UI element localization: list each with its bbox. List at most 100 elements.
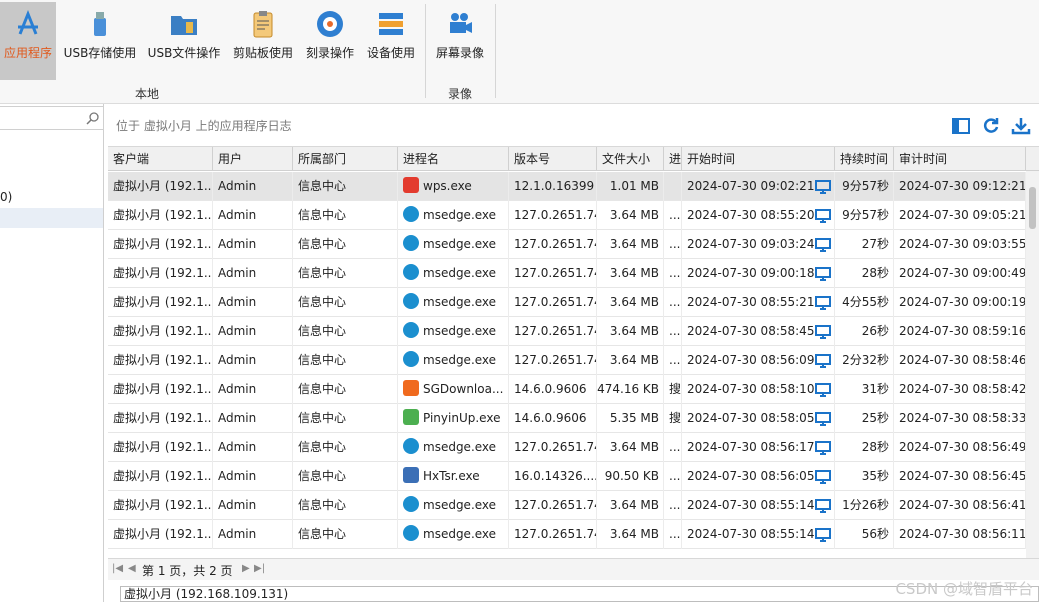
screen-record-button[interactable]: 屏幕录像: [432, 2, 488, 80]
monitor-icon[interactable]: [815, 440, 831, 456]
table-row[interactable]: 虚拟小月 (192.1... Admin 信息中心 msedge.exe 127.0.2…: [108, 201, 1026, 230]
refresh-icon[interactable]: [981, 116, 1001, 136]
cell-size: 3.64 MB: [597, 520, 664, 549]
cell-audit: 2024-07-30 08:56:45: [894, 462, 1026, 491]
monitor-icon[interactable]: [815, 324, 831, 340]
cell-user: Admin: [213, 259, 293, 288]
table-row[interactable]: 虚拟小月 (192.1... Admin 信息中心 SGDownloa... 14.6.…: [108, 375, 1026, 404]
cell-dur: 26秒: [835, 317, 894, 346]
cell-audit: 2024-07-30 08:58:33: [894, 404, 1026, 433]
table-header: 客户端 用户 所属部门 进程名 版本号 文件大小进开始时间 持续时间 审计时间: [108, 147, 1039, 171]
monitor-icon[interactable]: [815, 208, 831, 224]
cell-proc: msedge.exe: [398, 433, 509, 462]
monitor-icon[interactable]: [815, 179, 831, 195]
cell-proc: msedge.exe: [398, 201, 509, 230]
cell-ver: 127.0.2651.74: [509, 346, 597, 375]
cell-p: ...: [664, 317, 682, 346]
scrollbar-thumb[interactable]: [1029, 187, 1036, 229]
column-header[interactable]: 审计时间: [894, 147, 1026, 171]
monitor-icon[interactable]: [815, 382, 831, 398]
monitor-icon[interactable]: [815, 498, 831, 514]
last-page-icon[interactable]: ▶|: [254, 563, 265, 574]
cell-audit: 2024-07-30 09:00:49: [894, 259, 1026, 288]
column-header[interactable]: 版本号: [509, 147, 597, 171]
edge-icon: [403, 293, 419, 309]
cell-start: 2024-07-30 08:55:21: [682, 288, 835, 317]
monitor-icon[interactable]: [815, 237, 831, 253]
device-button[interactable]: 设备使用: [362, 2, 420, 80]
column-layout-icon[interactable]: [951, 116, 971, 136]
cell-audit: 2024-07-30 09:12:21: [894, 172, 1026, 201]
table-row[interactable]: 虚拟小月 (192.1... Admin 信息中心 HxTsr.exe 16.0.143…: [108, 462, 1026, 491]
cell-proc: HxTsr.exe: [398, 462, 509, 491]
usb-file-button[interactable]: USB文件操作: [146, 2, 222, 80]
monitor-icon[interactable]: [815, 411, 831, 427]
monitor-icon[interactable]: [815, 353, 831, 369]
cell-p: ...: [664, 462, 682, 491]
column-header[interactable]: 进程名: [398, 147, 509, 171]
cell-ver: 127.0.2651.74: [509, 259, 597, 288]
download-icon[interactable]: [1011, 116, 1031, 136]
cell-p: [664, 172, 682, 201]
table-row[interactable]: 虚拟小月 (192.1... Admin 信息中心 PinyinUp.exe 14.6.…: [108, 404, 1026, 433]
cell-dur: 31秒: [835, 375, 894, 404]
monitor-icon[interactable]: [815, 295, 831, 311]
cell-ver: 14.6.0.9606: [509, 375, 597, 404]
vertical-scrollbar[interactable]: [1026, 171, 1039, 558]
column-header[interactable]: 持续时间: [835, 147, 894, 171]
cell-size: 3.64 MB: [597, 491, 664, 520]
table-row[interactable]: 虚拟小月 (192.1... Admin 信息中心 wps.exe 12.1.0.163…: [108, 172, 1026, 201]
cell-p: ...: [664, 433, 682, 462]
usb-storage-button[interactable]: USB存储使用: [62, 2, 138, 80]
table-row[interactable]: 虚拟小月 (192.1... Admin 信息中心 msedge.exe 127.0.2…: [108, 317, 1026, 346]
table-row[interactable]: 虚拟小月 (192.1... Admin 信息中心 msedge.exe 127.0.2…: [108, 288, 1026, 317]
process-name: HxTsr.exe: [423, 469, 480, 483]
app-program-label: 应用程序: [3, 46, 52, 60]
cell-audit: 2024-07-30 08:56:49: [894, 433, 1026, 462]
burn-button[interactable]: 刻录操作: [302, 2, 358, 80]
table-row[interactable]: 虚拟小月 (192.1... Admin 信息中心 msedge.exe 127.0.2…: [108, 520, 1026, 549]
next-page-icon[interactable]: ▶: [242, 563, 250, 574]
wps-icon: [403, 177, 419, 193]
device-icon: [379, 13, 403, 35]
table-row[interactable]: 虚拟小月 (192.1... Admin 信息中心 msedge.exe 127.0.2…: [108, 433, 1026, 462]
cell-user: Admin: [213, 317, 293, 346]
monitor-icon[interactable]: [815, 266, 831, 282]
first-page-icon[interactable]: |◀: [112, 563, 123, 574]
cell-ver: 14.6.0.9606: [509, 404, 597, 433]
cell-ver: 12.1.0.16399: [509, 172, 597, 201]
table-row[interactable]: 虚拟小月 (192.1... Admin 信息中心 msedge.exe 127.0.2…: [108, 491, 1026, 520]
clipboard-button[interactable]: 剪贴板使用: [230, 2, 296, 80]
column-header[interactable]: 客户端: [108, 147, 213, 171]
tree-search-input[interactable]: [0, 106, 104, 130]
cell-start: 2024-07-30 08:56:05: [682, 462, 835, 491]
column-header[interactable]: 用户: [213, 147, 293, 171]
prev-page-icon[interactable]: ◀: [128, 563, 136, 574]
column-header[interactable]: 进: [664, 147, 682, 171]
cell-p: 搜: [664, 404, 682, 433]
column-header[interactable]: 所属部门: [293, 147, 398, 171]
cell-ver: 127.0.2651.74: [509, 317, 597, 346]
column-header[interactable]: 开始时间: [682, 147, 835, 171]
cell-dept: 信息中心: [293, 375, 398, 404]
cell-user: Admin: [213, 201, 293, 230]
cell-size: 3.64 MB: [597, 433, 664, 462]
app-program-button[interactable]: 应用程序: [0, 2, 56, 80]
cell-proc: msedge.exe: [398, 288, 509, 317]
cell-user: Admin: [213, 288, 293, 317]
group-separator: [495, 4, 496, 98]
column-header[interactable]: 文件大小: [597, 147, 664, 171]
monitor-icon[interactable]: [815, 527, 831, 543]
table-row[interactable]: 虚拟小月 (192.1... Admin 信息中心 msedge.exe 127.0.2…: [108, 346, 1026, 375]
tree-item[interactable]: 0): [0, 190, 12, 204]
table-row[interactable]: 虚拟小月 (192.1... Admin 信息中心 msedge.exe 127.0.2…: [108, 259, 1026, 288]
group-label-record: 录像: [448, 87, 473, 101]
monitor-icon[interactable]: [815, 469, 831, 485]
table-row[interactable]: 虚拟小月 (192.1... Admin 信息中心 msedge.exe 127.0.2…: [108, 230, 1026, 259]
process-name: msedge.exe: [423, 440, 497, 454]
search-icon[interactable]: [86, 111, 100, 125]
cell-start: 2024-07-30 08:58:45: [682, 317, 835, 346]
cell-client: 虚拟小月 (192.1...: [108, 404, 213, 433]
disc-burn-icon: [317, 11, 343, 37]
tree-item-selected[interactable]: [0, 208, 103, 228]
